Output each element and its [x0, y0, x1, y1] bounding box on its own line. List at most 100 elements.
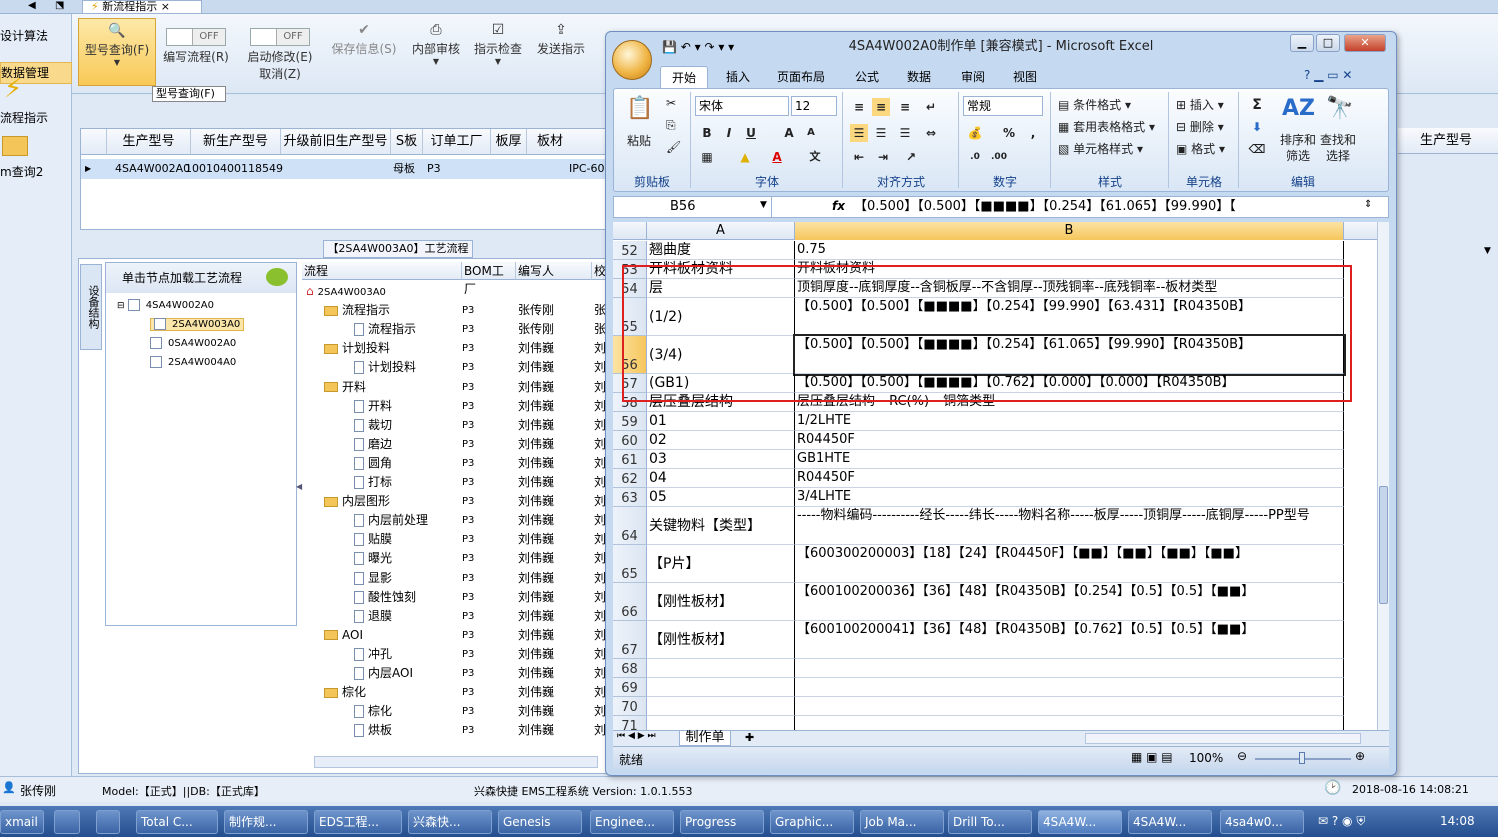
- taskbar-item-xmail[interactable]: xmail: [0, 810, 44, 834]
- flow-row[interactable]: 显影 P3 刘伟巍刘: [302, 569, 608, 588]
- tree-node[interactable]: 0SA4W002A0: [150, 335, 236, 353]
- zoom-slider-thumb[interactable]: [1299, 752, 1305, 764]
- taskbar-item-active[interactable]: 4SA4W...: [1038, 810, 1122, 834]
- tab-data[interactable]: 数据: [898, 66, 940, 88]
- merge-icon[interactable]: ⇔: [922, 124, 940, 142]
- fill-icon[interactable]: ⬇: [1248, 118, 1266, 136]
- align-middle-icon[interactable]: ≡: [872, 98, 890, 116]
- formula-input[interactable]: 【0.500】【0.500】【■■■■】【0.254】【61.065】【99.9…: [850, 197, 1360, 217]
- new-sheet-icon[interactable]: ✚: [745, 731, 754, 744]
- tab-review[interactable]: 审阅: [952, 66, 994, 88]
- nav-flow-indicator[interactable]: 流程指示: [0, 109, 48, 126]
- flow-row[interactable]: 内层AOI P3 刘伟巍刘: [302, 664, 608, 683]
- cell-a[interactable]: 04: [647, 469, 795, 488]
- cell-b[interactable]: 【600100200036】【36】【48】【R04350B】【0.254】【0…: [795, 583, 1344, 621]
- col-header-production-model-right[interactable]: 生产型号: [1398, 128, 1498, 154]
- font-color-icon[interactable]: A: [768, 148, 786, 166]
- row-header[interactable]: 63: [613, 488, 647, 507]
- write-flow-button[interactable]: OFF 编写流程(R): [160, 18, 232, 65]
- taskbar-item[interactable]: Job Ma...: [860, 810, 944, 834]
- flow-row[interactable]: 计划投料 P3 刘伟巍刘: [302, 339, 608, 358]
- cell-order-factory[interactable]: P3: [427, 159, 441, 179]
- copy-icon[interactable]: ⎘: [666, 118, 676, 133]
- flow-row[interactable]: 圆角 P3 刘伟巍刘: [302, 454, 608, 473]
- format-painter-icon[interactable]: 🖌: [666, 140, 681, 154]
- type-query-button[interactable]: 🔍 型号查询(F) ▼: [78, 18, 156, 86]
- increase-decimal-icon[interactable]: .0: [966, 148, 984, 166]
- flow-row[interactable]: 酸性蚀刻 P3 刘伟巍刘: [302, 588, 608, 607]
- row-header[interactable]: 68: [613, 659, 647, 678]
- taskbar-item[interactable]: 4SA4W...: [1128, 810, 1212, 834]
- indicator-check-button[interactable]: ☑ 指示检查 ▼: [470, 18, 526, 66]
- tree-node[interactable]: 2SA4W004A0: [150, 354, 236, 372]
- cell-a[interactable]: 关键物料【类型】: [647, 507, 795, 545]
- align-bottom-icon[interactable]: ≡: [896, 98, 914, 116]
- flow-row[interactable]: 内层图形 P3 刘伟巍刘: [302, 492, 608, 511]
- sheet-nav-arrows[interactable]: ⏮ ◀ ▶ ⏭: [617, 731, 656, 741]
- flow-row[interactable]: 开料 P3 刘伟巍刘: [302, 397, 608, 416]
- flow-row[interactable]: ⌂ 2SA4W003A0: [302, 282, 608, 301]
- paste-icon[interactable]: 📋: [626, 96, 653, 121]
- taskbar-icon-calc[interactable]: [96, 810, 120, 834]
- col-header-b[interactable]: B: [795, 222, 1344, 240]
- collapse-arrow-icon[interactable]: ▼: [1484, 246, 1491, 256]
- number-format-select[interactable]: 常规: [963, 96, 1043, 116]
- cell-a[interactable]: [647, 659, 795, 678]
- cell-b[interactable]: 0.75: [795, 241, 1344, 260]
- zoom-out-icon[interactable]: ⊖: [1237, 749, 1247, 763]
- send-indicator-button[interactable]: ⇪ 发送指示: [532, 18, 590, 57]
- scroll-thumb[interactable]: [1379, 486, 1388, 604]
- align-left-icon[interactable]: ☰: [850, 124, 868, 142]
- flow-row[interactable]: 流程指示 P3 张传刚张: [302, 301, 608, 320]
- name-box[interactable]: B56: [614, 197, 772, 217]
- conditional-format-button[interactable]: ▤ 条件格式 ▾: [1058, 96, 1131, 113]
- side-tab-equipment[interactable]: 设备结构: [80, 264, 102, 350]
- col-header-old-model[interactable]: 升级前旧生产型号: [281, 129, 391, 155]
- col-header-flow[interactable]: 流程: [302, 262, 462, 280]
- flow-row[interactable]: 冲孔 P3 刘伟巍刘: [302, 645, 608, 664]
- tab-insert[interactable]: 插入: [716, 66, 760, 88]
- shrink-font-icon[interactable]: A: [802, 124, 820, 142]
- cell-b[interactable]: 1/2LHTE: [795, 412, 1344, 431]
- row-header[interactable]: 61: [613, 450, 647, 469]
- cut-icon[interactable]: ✂: [666, 96, 676, 110]
- cell-b[interactable]: -----物料编码----------经长-----纬长-----物料名称---…: [795, 507, 1344, 545]
- fill-color-icon[interactable]: ▲: [736, 148, 754, 166]
- cancel-label[interactable]: 取消(Z): [259, 67, 301, 81]
- find-select-icon[interactable]: 🔭: [1326, 96, 1353, 121]
- flow-row[interactable]: 打标 P3 刘伟巍刘: [302, 473, 608, 492]
- row-header[interactable]: 60: [613, 431, 647, 450]
- sort-filter-icon[interactable]: AZ: [1282, 96, 1315, 121]
- taskbar-icon-app[interactable]: [54, 810, 80, 834]
- row-header[interactable]: 66: [613, 583, 647, 621]
- cell-material[interactable]: IPC-60: [569, 159, 605, 179]
- taskbar-item[interactable]: Total C...: [136, 810, 218, 834]
- taskbar-item[interactable]: Graphic...: [770, 810, 854, 834]
- cell-a[interactable]: 01: [647, 412, 795, 431]
- horizontal-scrollbar[interactable]: [1085, 733, 1361, 744]
- cell-a[interactable]: [647, 678, 795, 697]
- tree-node-selected[interactable]: 2SA4W003A0: [150, 316, 245, 334]
- taskbar-item[interactable]: EDS工程...: [314, 810, 402, 834]
- wrap-text-icon[interactable]: ↵: [922, 98, 940, 116]
- flow-row[interactable]: 曝光 P3 刘伟巍刘: [302, 549, 608, 568]
- find-select-label[interactable]: 查找和选择: [1318, 132, 1358, 164]
- cell-new-model[interactable]: 10010400118549: [185, 159, 283, 179]
- close-button[interactable]: ✕: [1344, 34, 1386, 52]
- tab-page-layout[interactable]: 页面布局: [770, 66, 832, 88]
- paste-label[interactable]: 粘贴: [627, 132, 651, 149]
- ribbon-window-controls[interactable]: ? ▁ ▭ ✕: [1304, 68, 1352, 82]
- taskbar-item[interactable]: 兴森快...: [408, 810, 492, 834]
- tree-node[interactable]: ⊟ 4SA4W002A0: [117, 297, 214, 315]
- cell-b[interactable]: R04450F: [795, 469, 1344, 488]
- flow-row[interactable]: 磨边 P3 刘伟巍刘: [302, 435, 608, 454]
- view-buttons[interactable]: ▦ ▣ ▤: [1131, 750, 1173, 764]
- maximize-button[interactable]: □: [1316, 34, 1340, 52]
- start-modify-toggle[interactable]: OFF: [250, 28, 310, 46]
- flow-row[interactable]: 烘板 P3 刘伟巍刘: [302, 721, 608, 740]
- row-header[interactable]: 64: [613, 507, 647, 545]
- format-cells-button[interactable]: ▣ 格式 ▾: [1176, 140, 1225, 157]
- cell-a[interactable]: 02: [647, 431, 795, 450]
- tab-formulas[interactable]: 公式: [846, 66, 888, 88]
- taskbar-item[interactable]: Genesis: [498, 810, 582, 834]
